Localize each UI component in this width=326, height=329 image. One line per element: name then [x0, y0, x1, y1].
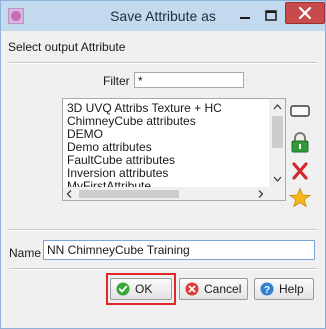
list-item[interactable]: 3D UVQ Attribs Texture + HC — [67, 101, 222, 115]
help-icon: ? — [260, 282, 274, 296]
scroll-right-icon[interactable] — [253, 187, 267, 201]
list-item[interactable]: DEMO — [67, 127, 103, 141]
filter-label: Filter — [103, 74, 130, 88]
close-button[interactable] — [285, 2, 325, 24]
save-attribute-dialog: Save Attribute as Select output Attribut… — [0, 0, 326, 329]
title-bar: Save Attribute as — [1, 1, 325, 31]
horizontal-scrollbar[interactable] — [63, 187, 269, 201]
list-item[interactable]: FaultCube attributes — [67, 153, 175, 167]
lock-icon[interactable] — [289, 131, 311, 153]
attribute-set-list[interactable]: 3D UVQ Attribs Texture + HC ChimneyCube … — [62, 98, 286, 201]
cancel-button[interactable]: Cancel — [179, 278, 248, 300]
help-button[interactable]: ? Help — [254, 278, 314, 300]
horizontal-scroll-thumb[interactable] — [79, 190, 179, 198]
dialog-header-label: Select output Attribute — [8, 40, 126, 54]
minimize-icon[interactable] — [234, 7, 256, 25]
checkmark-icon — [116, 282, 130, 296]
cancel-label: Cancel — [204, 282, 242, 296]
list-separator — [9, 229, 317, 231]
vertical-scroll-thumb[interactable] — [272, 116, 283, 148]
scroll-up-icon[interactable] — [269, 99, 286, 116]
set-default-icon[interactable] — [289, 187, 311, 209]
help-label: Help — [279, 282, 304, 296]
close-icon — [298, 6, 312, 20]
rename-icon[interactable] — [289, 100, 311, 122]
ok-label: OK — [135, 282, 153, 296]
svg-text:?: ? — [264, 285, 270, 296]
name-label: Name — [9, 246, 42, 260]
buttons-separator — [9, 268, 317, 270]
list-item[interactable]: Inversion attributes — [67, 166, 168, 180]
vertical-scrollbar[interactable] — [269, 99, 286, 187]
maximize-icon[interactable] — [260, 7, 282, 25]
ok-button[interactable]: OK — [110, 278, 172, 300]
header-separator — [9, 62, 317, 64]
scrollbar-corner — [269, 187, 285, 200]
name-input[interactable]: NN ChimneyCube Training — [43, 240, 315, 260]
filter-input[interactable]: * — [134, 72, 244, 88]
scroll-left-icon[interactable] — [63, 187, 77, 201]
delete-icon[interactable] — [289, 160, 311, 182]
list-item[interactable]: ChimneyCube attributes — [67, 114, 196, 128]
scroll-down-icon[interactable] — [269, 170, 286, 187]
cancel-icon — [185, 282, 199, 296]
list-item[interactable]: Demo attributes — [67, 140, 152, 154]
